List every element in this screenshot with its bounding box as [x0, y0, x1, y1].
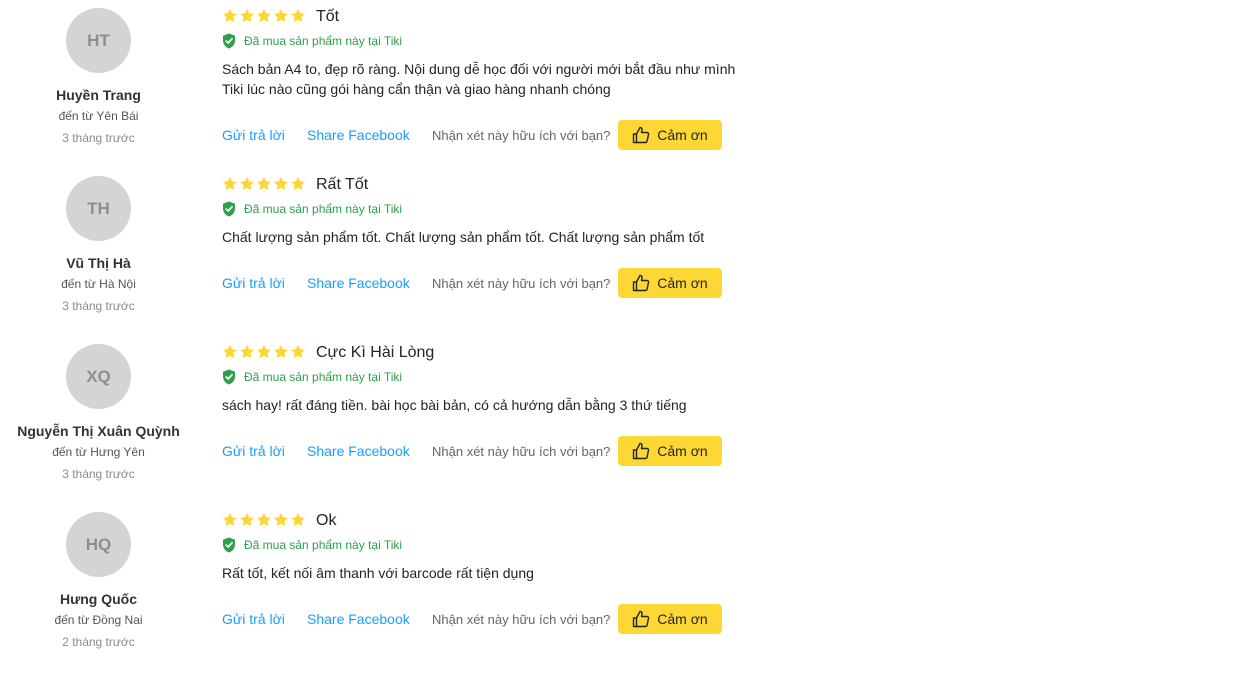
shield-check-icon	[223, 201, 235, 217]
review-actions: Gửi trả lời Share Facebook Nhận xét này hữ…	[222, 268, 742, 298]
verified-purchase: Đã mua sản phẩm này tại Tiki	[222, 201, 402, 217]
share-facebook-link[interactable]: Share Facebook	[307, 127, 410, 143]
review-title: Cực Kì Hài Lòng	[316, 344, 435, 361]
reviewer-location: đến từ Yên Bái	[58, 109, 139, 123]
shield-check-icon	[223, 369, 235, 385]
reply-link[interactable]: Gửi trả lời	[222, 611, 285, 627]
verified-purchase: Đã mua sản phẩm này tại Tiki	[222, 33, 402, 49]
reply-link[interactable]: Gửi trả lời	[222, 275, 285, 291]
review-actions: Gửi trả lời Share Facebook Nhận xét này hữ…	[222, 604, 742, 634]
review-text: Sách bản A4 to, đẹp rõ ràng. Nội dung dễ…	[222, 59, 742, 99]
review-time: 3 tháng trước	[62, 467, 135, 481]
star-rating	[222, 8, 306, 24]
star-icon	[274, 512, 288, 527]
reviewer-name: Huyền Trang	[56, 87, 141, 103]
review-text-line: sách hay! rất đáng tiền. bài học bài bản…	[222, 397, 687, 413]
review-time: 3 tháng trước	[62, 299, 135, 313]
verified-purchase: Đã mua sản phẩm này tại Tiki	[222, 537, 402, 553]
avatar: HT	[66, 8, 131, 73]
helpful-prompt: Nhận xét này hữu ích với bạn?	[432, 612, 611, 627]
review-actions: Gửi trả lời Share Facebook Nhận xét này hữ…	[222, 120, 742, 150]
star-icon	[223, 344, 237, 359]
star-rating	[222, 176, 306, 192]
review-list: HT Huyền Trang đến từ Yên Bái 3 tháng trước…	[0, 0, 1239, 675]
review-title: Ok	[316, 512, 337, 529]
star-icon	[291, 176, 305, 191]
reviewer-location: đến từ Hà Nội	[61, 277, 136, 291]
review-text-line: Chất lượng sản phẩm tốt. Chất lượng sản …	[222, 229, 705, 245]
reviewer-location: đến từ Hưng Yên	[52, 445, 145, 459]
verified-purchase: Đã mua sản phẩm này tại Tiki	[222, 369, 402, 385]
thumbs-up-icon	[633, 274, 650, 292]
shield-check-icon	[223, 537, 235, 553]
star-icon	[274, 344, 288, 359]
thanks-label: Cảm ơn	[657, 127, 708, 143]
star-icon	[223, 8, 237, 23]
shield-check-icon	[223, 33, 235, 49]
review-item: XQ Nguyễn Thị Xuân Quỳnh đến từ Hưng Yên 3 …	[0, 336, 760, 504]
review-item: HT Huyền Trang đến từ Yên Bái 3 tháng trước…	[0, 0, 760, 168]
verified-label: Đã mua sản phẩm này tại Tiki	[244, 34, 403, 48]
thumbs-up-icon	[633, 126, 650, 144]
star-icon	[240, 176, 254, 191]
reviewer-name: Nguyễn Thị Xuân Quỳnh	[17, 423, 180, 439]
review-item: TH Vũ Thị Hà đến từ Hà Nội 3 tháng trước Rất…	[0, 168, 760, 336]
star-icon	[274, 176, 288, 191]
share-facebook-link[interactable]: Share Facebook	[307, 275, 410, 291]
thanks-button[interactable]: Cảm ơn	[618, 120, 722, 150]
star-icon	[257, 176, 271, 191]
verified-label: Đã mua sản phẩm này tại Tiki	[244, 202, 403, 216]
star-rating	[222, 512, 306, 528]
review-title: Rất Tốt	[316, 176, 369, 193]
review-text-line: Tiki lúc nào cũng gói hàng cẩn thận và g…	[222, 81, 611, 97]
star-icon	[274, 8, 288, 23]
star-icon	[291, 8, 305, 23]
reply-link[interactable]: Gửi trả lời	[222, 127, 285, 143]
reviewer-name: Vũ Thị Hà	[66, 255, 131, 271]
reviewer-location: đến từ Đồng Nai	[54, 613, 143, 627]
star-icon	[240, 344, 254, 359]
thanks-button[interactable]: Cảm ơn	[618, 604, 722, 634]
star-icon	[240, 512, 254, 527]
thanks-label: Cảm ơn	[657, 443, 708, 459]
review-item: HQ Hưng Quốc đến từ Đồng Nai 2 tháng trước O…	[0, 504, 760, 672]
reviewer-name: Hưng Quốc	[59, 591, 138, 607]
star-icon	[257, 8, 271, 23]
review-text: sách hay! rất đáng tiền. bài học bài bản…	[222, 395, 742, 415]
star-icon	[291, 512, 305, 527]
review-text: Rất tốt, kết nối âm thanh với barcode rấ…	[222, 563, 742, 583]
reply-link[interactable]: Gửi trả lời	[222, 443, 285, 459]
review-text-line: Rất tốt, kết nối âm thanh với barcode rấ…	[222, 565, 534, 581]
thanks-label: Cảm ơn	[657, 611, 708, 627]
star-icon	[223, 176, 237, 191]
star-icon	[257, 512, 271, 527]
avatar: TH	[66, 176, 131, 241]
thumbs-up-icon	[633, 442, 650, 460]
review-text: Chất lượng sản phẩm tốt. Chất lượng sản …	[222, 227, 742, 247]
verified-label: Đã mua sản phẩm này tại Tiki	[244, 370, 403, 384]
review-time: 3 tháng trước	[62, 131, 135, 145]
thanks-button[interactable]: Cảm ơn	[618, 268, 722, 298]
thumbs-up-icon	[633, 610, 650, 628]
helpful-prompt: Nhận xét này hữu ích với bạn?	[432, 276, 611, 291]
review-actions: Gửi trả lời Share Facebook Nhận xét này hữ…	[222, 436, 742, 466]
star-icon	[240, 8, 254, 23]
star-icon	[257, 344, 271, 359]
review-title: Tốt	[316, 8, 340, 25]
thanks-button[interactable]: Cảm ơn	[618, 436, 722, 466]
share-facebook-link[interactable]: Share Facebook	[307, 443, 410, 459]
star-rating	[222, 344, 306, 360]
verified-label: Đã mua sản phẩm này tại Tiki	[244, 538, 403, 552]
helpful-prompt: Nhận xét này hữu ích với bạn?	[432, 444, 611, 459]
avatar: HQ	[66, 512, 131, 577]
helpful-prompt: Nhận xét này hữu ích với bạn?	[432, 128, 611, 143]
avatar: XQ	[66, 344, 131, 409]
thanks-label: Cảm ơn	[657, 275, 708, 291]
review-text-line: Sách bản A4 to, đẹp rõ ràng. Nội dung dễ…	[222, 61, 736, 77]
review-time: 2 tháng trước	[62, 635, 135, 649]
share-facebook-link[interactable]: Share Facebook	[307, 611, 410, 627]
star-icon	[223, 512, 237, 527]
star-icon	[291, 344, 305, 359]
